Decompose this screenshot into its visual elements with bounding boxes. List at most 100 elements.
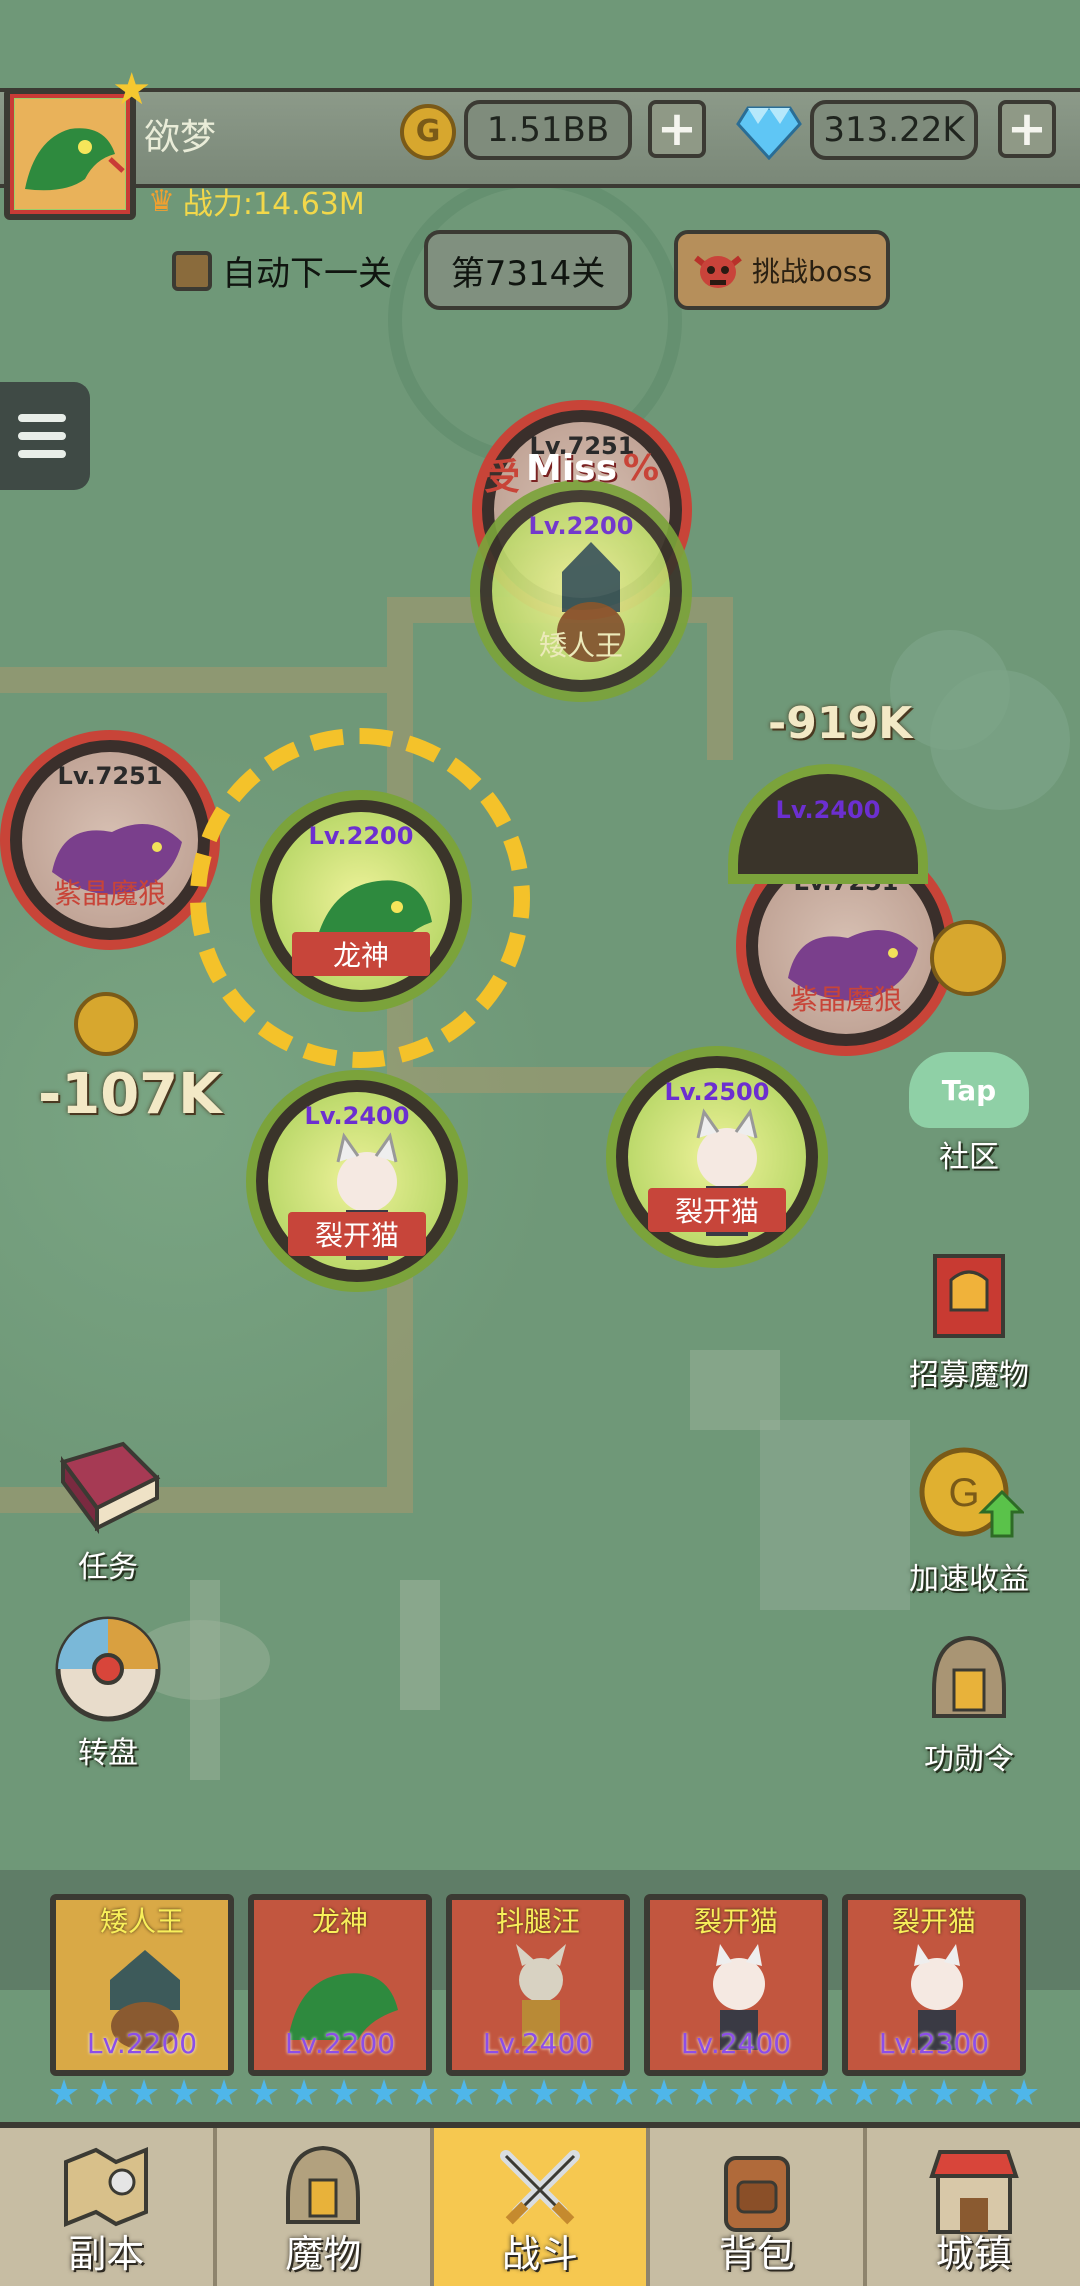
auto-next-checkbox[interactable] [172,250,212,291]
team-card-name: 裂开猫 [891,1905,976,1938]
quest-label: 任务 [78,1550,138,1585]
ally-name: 龙神 [292,932,430,976]
team-card[interactable]: 矮人王 Lv.2200 [50,1894,234,2076]
team-card-level: Lv.2400 [680,2027,792,2060]
nav-bag[interactable]: 背包 [650,2128,868,2286]
map-scroll-icon [64,2147,149,2227]
nav-town[interactable]: 城镇 [867,2128,1080,2286]
tap-cloud-icon: Tap [909,1052,1029,1128]
ally-level: Lv.2200 [528,512,634,540]
miss-text: Miss [526,448,618,489]
team-card-level: Lv.2300 [878,2027,990,2060]
shop-building-icon [928,2150,1019,2234]
team-card[interactable]: 裂开猫 Lv.2400 [644,1894,828,2076]
auto-next-toggle[interactable]: 自动下一关 [172,246,392,295]
power-display: ♛ 战力:14.63M [148,180,365,223]
gold-amount: 1.51BB [464,100,632,160]
enemy-name: 紫晶魔狼 [53,877,166,910]
stage-indicator: 第7314关 [424,230,632,310]
ally-crack-cat[interactable]: Lv.2500 裂开猫 [606,1046,828,1268]
community-button[interactable]: Tap 社区 [894,1052,1044,1176]
banner-helmet-icon [933,1254,1005,1338]
wheel-button[interactable]: 转盘 [38,1614,178,1772]
power-value: 战力:14.63M [182,187,365,222]
team-card-level: Lv.2200 [86,2027,198,2060]
gold-coin-icon: G [400,104,456,160]
coin-drop-icon [930,920,1006,996]
challenge-boss-button[interactable]: 挑战boss [674,230,890,310]
ally-dragon-god[interactable]: Lv.2200 龙神 [250,790,472,1012]
damage-number: -919K [768,698,913,749]
challenge-boss-label: 挑战boss [751,255,873,288]
crossed-swords-icon [499,2150,580,2225]
star-icon: ★ [207,2073,241,2114]
miss-suffix: % [623,448,660,489]
quest-button[interactable]: 任务 [38,1438,178,1586]
star-icon: ★ [167,2073,201,2114]
spin-wheel-icon [55,1616,161,1722]
nav-monsters[interactable]: 魔物 [217,2128,434,2286]
boost-income-button[interactable]: G 加速收益 [894,1440,1044,1598]
enemy-wolf[interactable]: Lv.7251 紫晶魔狼 [0,730,220,950]
ally-dwarf-king[interactable]: Lv.2200 矮人王 [470,480,692,702]
merit-label: 功勋令 [924,1742,1014,1777]
dragon-avatar-icon [15,99,125,209]
star-icon: ★ [47,2073,81,2114]
quest-book-icon [59,1441,161,1535]
nav-battle[interactable]: 战斗 [433,2128,651,2286]
enemy-level: Lv.7251 [57,762,163,790]
ally-crack-cat[interactable]: Lv.2400 裂开猫 [246,1070,468,1292]
nav-dungeon[interactable]: 副本 [0,2128,217,2286]
gem-amount: 313.22K [810,100,978,160]
team-card-name: 裂开猫 [693,1905,778,1938]
star-icon: ★ [967,2073,1001,2114]
star-icon: ★ [647,2073,681,2114]
add-gold-button[interactable]: + [648,100,706,158]
star-icon: ★ [407,2073,441,2114]
star-icon: ★ [487,2073,521,2114]
coin-arrow-icon: G [919,1447,1024,1538]
diamond-icon [736,106,802,160]
svg-text:G: G [948,1471,979,1515]
recruit-monsters-button[interactable]: 招募魔物 [894,1250,1044,1394]
menu-button[interactable] [0,382,90,490]
bottom-nav: 副本 魔物 战斗 背包 城镇 [0,2122,1080,2286]
wheel-label: 转盘 [78,1736,138,1771]
menu-bar-3 [18,450,66,458]
ally-name: 矮人王 [538,629,623,662]
recruit-label: 招募魔物 [909,1358,1029,1393]
team-card[interactable]: 裂开猫 Lv.2300 [842,1894,1026,2076]
menu-bar-2 [18,432,66,440]
star-icon: ★ [927,2073,961,2114]
coin-drop-icon [74,992,138,1056]
star-icon: ★ [567,2073,601,2114]
star-icon: ★ [287,2073,321,2114]
star-icon: ★ [1007,2073,1041,2114]
auto-next-label: 自动下一关 [222,254,392,294]
star-icon: ★ [367,2073,401,2114]
damage-number: -107K [38,1062,222,1127]
ally-level: Lv.2500 [664,1078,770,1106]
team-stars-row: ★ ★ ★ ★ ★ ★ ★ ★ ★ ★ ★ ★ ★ ★ ★ ★ ★ ★ ★ ★ ★ ★ ★ ★ ★ [46,2076,1042,2112]
miss-prefix: 受 [484,457,521,498]
merit-token-button[interactable]: 功勋令 [894,1630,1044,1778]
star-icon: ★ [607,2073,641,2114]
boost-label: 加速收益 [909,1562,1029,1597]
team-card[interactable]: 抖腿汪 Lv.2400 [446,1894,630,2076]
vip-star-icon: ★ [112,64,152,115]
star-icon: ★ [847,2073,881,2114]
miss-popup: 受 Miss % [484,448,659,500]
team-card-name: 抖腿汪 [495,1905,580,1938]
team-card-name: 矮人王 [99,1905,184,1938]
star-icon: ★ [247,2073,281,2114]
team-card-level: Lv.2400 [482,2027,594,2060]
add-gems-button[interactable]: + [998,100,1056,158]
boss-skull-icon [694,255,742,288]
ally-level: Lv.2400 [304,1102,410,1130]
team-card[interactable]: 龙神 Lv.2200 [248,1894,432,2076]
team-card-name: 龙神 [311,1905,368,1938]
helmet-icon [932,1635,1006,1718]
community-label: 社区 [939,1140,999,1175]
star-icon: ★ [807,2073,841,2114]
star-icon: ★ [767,2073,801,2114]
